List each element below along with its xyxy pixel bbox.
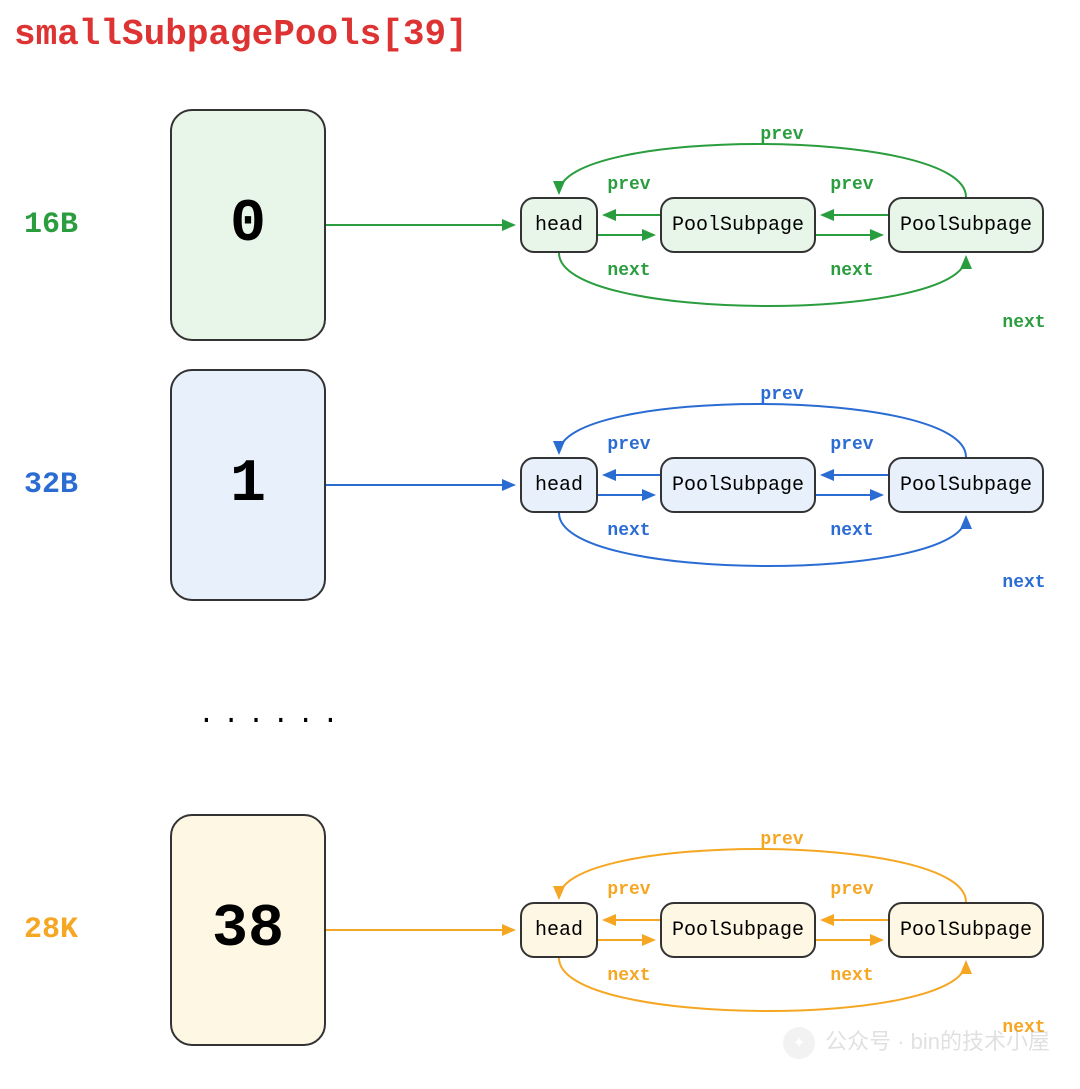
array-index-box: 38 bbox=[170, 814, 326, 1046]
watermark-text: 公众号 · bin的技术小屋 bbox=[825, 1029, 1050, 1054]
poolsubpage-node: PoolSubpage bbox=[660, 457, 816, 513]
svg-text:next: next bbox=[830, 261, 873, 281]
head-node: head bbox=[520, 457, 598, 513]
size-label: 32B bbox=[24, 468, 78, 502]
poolsubpage-node: PoolSubpage bbox=[660, 902, 816, 958]
array-index-box: 1 bbox=[170, 369, 326, 601]
ellipsis: ...... bbox=[198, 700, 347, 731]
head-node: head bbox=[520, 197, 598, 253]
poolsubpage-node: PoolSubpage bbox=[660, 197, 816, 253]
diagram-title: smallSubpagePools[39] bbox=[14, 14, 468, 55]
size-label: 16B bbox=[24, 208, 78, 242]
size-label: 28K bbox=[24, 913, 78, 947]
pool-row: 32B 1 head PoolSubpage PoolSubpage next prev ne… bbox=[0, 350, 1080, 620]
head-node: head bbox=[520, 902, 598, 958]
svg-text:next: next bbox=[830, 521, 873, 541]
svg-text:prev: prev bbox=[760, 385, 803, 405]
svg-text:prev: prev bbox=[607, 175, 650, 195]
svg-text:prev: prev bbox=[760, 830, 803, 850]
svg-text:next: next bbox=[607, 261, 650, 281]
svg-text:prev: prev bbox=[830, 435, 873, 455]
svg-text:next: next bbox=[607, 521, 650, 541]
pool-row: 16B 0 head PoolSubpage PoolSubpage next prev ne… bbox=[0, 90, 1080, 360]
poolsubpage-node: PoolSubpage bbox=[888, 457, 1044, 513]
svg-text:prev: prev bbox=[607, 880, 650, 900]
svg-text:prev: prev bbox=[830, 175, 873, 195]
svg-text:prev: prev bbox=[607, 435, 650, 455]
svg-text:next: next bbox=[1002, 313, 1045, 333]
poolsubpage-node: PoolSubpage bbox=[888, 197, 1044, 253]
watermark: ✦ 公众号 · bin的技术小屋 bbox=[783, 1024, 1050, 1059]
wechat-icon: ✦ bbox=[783, 1027, 815, 1059]
array-index-box: 0 bbox=[170, 109, 326, 341]
svg-text:next: next bbox=[1002, 573, 1045, 593]
poolsubpage-node: PoolSubpage bbox=[888, 902, 1044, 958]
svg-text:next: next bbox=[830, 966, 873, 986]
svg-text:prev: prev bbox=[760, 125, 803, 145]
svg-text:prev: prev bbox=[830, 880, 873, 900]
svg-text:next: next bbox=[607, 966, 650, 986]
